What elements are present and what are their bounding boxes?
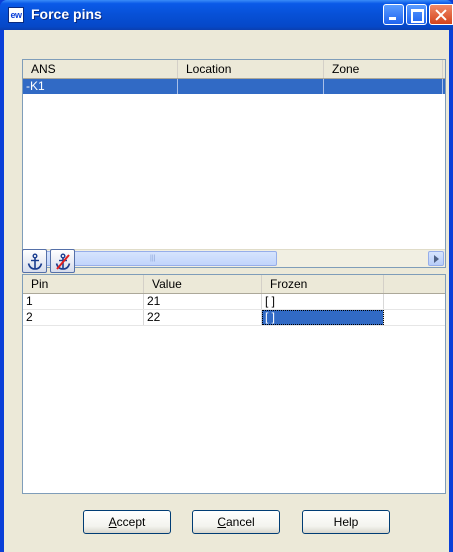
components-list-header: ANS Location Zone xyxy=(23,60,445,79)
anchor-icon xyxy=(27,253,43,270)
column-header-ans[interactable]: ANS xyxy=(23,60,178,78)
column-header-value[interactable]: Value xyxy=(144,275,262,293)
dialog-client-area: ANS Location Zone -K1 ||| Pin Value Froz… xyxy=(4,30,449,552)
cell-value: 21 xyxy=(144,294,262,309)
table-row[interactable]: -K1 xyxy=(23,79,445,94)
column-header-location[interactable]: Location xyxy=(178,60,324,78)
maximize-icon[interactable] xyxy=(406,4,427,25)
cell-value: 22 xyxy=(144,310,262,325)
close-icon[interactable] xyxy=(429,4,453,25)
anchor-button[interactable] xyxy=(22,249,47,273)
cell-pin: 2 xyxy=(23,310,144,325)
cell-zone xyxy=(324,79,443,94)
horizontal-scrollbar[interactable] xyxy=(23,249,445,267)
scroll-right-icon[interactable] xyxy=(428,251,444,266)
dialog-window: ew Force pins ANS Location Zone -K1 ||| … xyxy=(0,0,453,552)
column-header-pin[interactable]: Pin xyxy=(23,275,144,293)
pins-list[interactable]: Pin Value Frozen 1 21 [ ] 2 22 [ ] xyxy=(22,274,446,494)
table-row[interactable]: 2 22 [ ] xyxy=(23,310,445,326)
column-header-filler xyxy=(384,275,445,293)
title-bar[interactable]: ew Force pins xyxy=(0,0,453,30)
cell-frozen[interactable]: [ ] xyxy=(262,294,384,309)
cancel-button[interactable]: Cancel xyxy=(192,510,280,534)
help-button[interactable]: Help xyxy=(302,510,390,534)
column-header-zone[interactable]: Zone xyxy=(324,60,443,78)
cell-frozen-focused[interactable]: [ ] xyxy=(262,310,384,325)
scrollbar-thumb[interactable] xyxy=(41,251,277,266)
cancel-mnemonic: C xyxy=(217,515,226,529)
minimize-icon[interactable] xyxy=(383,4,404,25)
app-icon: ew xyxy=(8,7,24,23)
unanchor-icon xyxy=(55,253,71,270)
accept-button[interactable]: Accept xyxy=(83,510,171,534)
column-header-frozen[interactable]: Frozen xyxy=(262,275,384,293)
window-title: Force pins xyxy=(31,6,102,22)
cancel-label: ancel xyxy=(225,515,255,529)
cell-pin: 1 xyxy=(23,294,144,309)
accept-mnemonic: A xyxy=(108,515,117,529)
table-row[interactable]: 1 21 [ ] xyxy=(23,294,445,310)
cell-ans: -K1 xyxy=(23,79,178,94)
pins-list-header: Pin Value Frozen xyxy=(23,275,445,294)
cell-location xyxy=(178,79,324,94)
unanchor-button[interactable] xyxy=(50,249,75,273)
components-list[interactable]: ANS Location Zone -K1 xyxy=(22,59,446,268)
accept-label: ccept xyxy=(116,515,146,529)
